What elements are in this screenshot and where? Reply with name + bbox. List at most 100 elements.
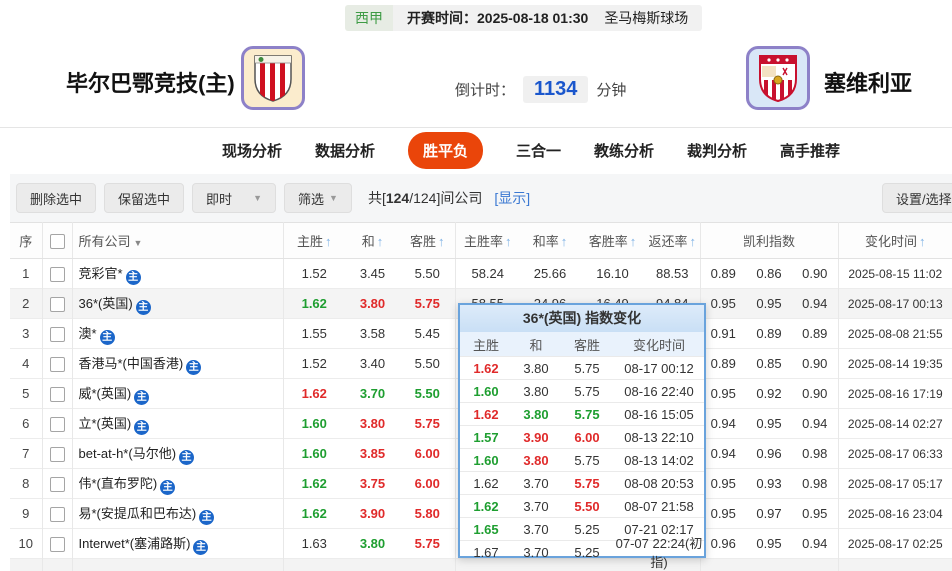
- company-name[interactable]: 36*(英国): [79, 296, 133, 311]
- popup-odds-value: 1.57: [473, 429, 499, 445]
- header-home-rate[interactable]: 主胜率 ↑: [455, 222, 520, 259]
- row-seq: 10: [10, 528, 43, 559]
- empty-cell: [700, 559, 746, 571]
- select-all-checkbox[interactable]: [49, 233, 65, 249]
- row-checkbox-cell: [42, 378, 73, 409]
- odds-cell: 1.62: [301, 506, 327, 521]
- odds-cell: 3.45: [359, 266, 386, 281]
- header-away-rate[interactable]: 客胜率 ↑: [580, 222, 645, 259]
- header-away-odds[interactable]: 客胜 ↑: [400, 222, 456, 259]
- change-time-cell: 2025-08-14 19:35: [847, 356, 943, 371]
- company-badge-icon: 主: [134, 389, 150, 405]
- kelly-cell: 0.95: [710, 476, 736, 491]
- odds-cell: 5.80: [400, 498, 456, 529]
- table-row: 1 竞彩官* 主 1.52 3.45 5.50 58.24 25.66 16.10 88.53 0.…: [10, 258, 952, 289]
- company-name[interactable]: 威*(英国): [79, 386, 132, 401]
- tab-expert-picks[interactable]: 高手推荐: [780, 140, 840, 161]
- kelly-cell: 0.89: [756, 326, 782, 341]
- tab-coach-analysis[interactable]: 教练分析: [594, 140, 654, 161]
- league-badge: 西甲: [345, 5, 393, 31]
- row-seq: 1: [10, 258, 43, 289]
- odds-cell: 1.62: [301, 476, 327, 491]
- odds-cell: 3.75: [359, 476, 386, 491]
- header-seq[interactable]: 序: [10, 222, 43, 259]
- company-name[interactable]: 易*(安提瓜和巴布达): [79, 506, 197, 521]
- delete-selected-button[interactable]: 删除选中: [16, 183, 97, 213]
- company-cell: 澳* 主: [72, 318, 284, 349]
- odds-change-popup: 36*(英国) 指数变化 主胜 和 客胜 变化时间 1.62 3.80 5.75 08…: [458, 303, 706, 570]
- row-checkbox[interactable]: [49, 266, 65, 282]
- tab-three-in-one[interactable]: 三合一: [516, 140, 561, 161]
- odds-cell: 5.75: [400, 288, 456, 319]
- row-seq: 3: [10, 318, 43, 349]
- tab-win-draw-lose[interactable]: 胜平负: [407, 132, 483, 169]
- odds-cell: 3.80: [359, 296, 386, 311]
- filter-dropdown[interactable]: 筛选 ▼: [284, 183, 352, 213]
- row-checkbox[interactable]: [49, 326, 65, 342]
- empty-cell: [792, 558, 839, 571]
- kelly-cell: 0.96: [756, 446, 782, 461]
- row-checkbox-cell: [42, 318, 73, 349]
- row-seq: 9: [10, 498, 43, 529]
- company-badge-icon: 主: [193, 539, 209, 555]
- row-checkbox[interactable]: [49, 536, 65, 552]
- empty-cell: [42, 558, 73, 571]
- company-name[interactable]: bet-at-h*(马尔他): [79, 446, 177, 461]
- settings-select-button[interactable]: 设置/选择: [882, 183, 952, 213]
- row-checkbox[interactable]: [49, 296, 65, 312]
- kelly-cell: 0.95: [710, 506, 736, 521]
- select-all-cell: [42, 222, 73, 259]
- header-return-rate[interactable]: 返还率 ↑: [645, 222, 701, 259]
- popup-odds-row: 1.62 3.80 5.75 08-17 00:12: [460, 356, 704, 379]
- sort-asc-icon: ↑: [689, 234, 697, 249]
- odds-cell: 1.55: [301, 326, 327, 341]
- header-change-time[interactable]: 变化时间 ↑: [838, 222, 952, 259]
- header-company[interactable]: 所有公司 ▼: [72, 222, 284, 259]
- company-name[interactable]: 澳*: [79, 326, 97, 341]
- row-checkbox[interactable]: [49, 416, 65, 432]
- empty-cell: [345, 559, 400, 571]
- tab-data-analysis[interactable]: 数据分析: [315, 140, 375, 161]
- row-checkbox-cell: [42, 438, 73, 469]
- row-checkbox[interactable]: [49, 446, 65, 462]
- row-checkbox-cell: [42, 348, 73, 379]
- sort-asc-icon: ↑: [505, 234, 512, 249]
- odds-cell: 1.60: [301, 446, 327, 461]
- kelly-cell: 0.95: [710, 386, 736, 401]
- row-checkbox-cell: [42, 468, 73, 499]
- company-name[interactable]: 香港马*(中国香港): [79, 356, 184, 371]
- popup-odds-value: 5.25: [574, 521, 600, 537]
- popup-odds-value: 5.75: [574, 360, 600, 376]
- rate-cell: 16.10: [596, 266, 629, 281]
- row-checkbox[interactable]: [49, 386, 65, 402]
- company-name[interactable]: 立*(英国): [79, 416, 132, 431]
- header-draw-odds[interactable]: 和 ↑: [345, 222, 400, 259]
- change-time-cell: 2025-08-17 05:17: [847, 476, 943, 491]
- kelly-cell: 0.94: [792, 408, 839, 439]
- row-checkbox[interactable]: [49, 356, 65, 372]
- tab-live-analysis[interactable]: 现场分析: [222, 140, 282, 161]
- row-seq: 5: [10, 378, 43, 409]
- row-checkbox[interactable]: [49, 506, 65, 522]
- keep-selected-button[interactable]: 保留选中: [104, 183, 185, 213]
- header-draw-rate[interactable]: 和率 ↑: [520, 222, 580, 259]
- live-odds-dropdown[interactable]: 即时 ▼: [192, 183, 277, 213]
- sort-asc-icon: ↑: [325, 234, 332, 249]
- company-name[interactable]: Interwet*(塞浦路斯): [79, 536, 191, 551]
- row-checkbox[interactable]: [49, 476, 65, 492]
- popup-odds-value: 3.80: [523, 406, 549, 422]
- popup-odds-value: 3.80: [523, 360, 549, 376]
- popup-change-time: 08-13 14:02: [624, 452, 694, 468]
- odds-comparison-page: 西甲 开赛时间：2025-08-18 01:30 圣马梅斯球场 毕尔巴鄂竞技(主…: [0, 0, 952, 571]
- popup-odds-value: 3.70: [523, 475, 549, 491]
- company-name[interactable]: 竞彩官*: [79, 266, 123, 281]
- athletic-bilbao-crest-icon: [254, 55, 292, 102]
- header-home-odds[interactable]: 主胜 ↑: [283, 222, 345, 259]
- popup-odds-value: 3.80: [523, 383, 549, 399]
- show-link[interactable]: [显示]: [494, 188, 530, 208]
- company-name[interactable]: 伟*(直布罗陀): [79, 476, 158, 491]
- header-kelly: 凯利指数: [700, 222, 839, 259]
- popup-odds-value: 5.75: [574, 475, 600, 491]
- tab-referee-analysis[interactable]: 裁判分析: [687, 140, 747, 161]
- row-seq: 7: [10, 438, 43, 469]
